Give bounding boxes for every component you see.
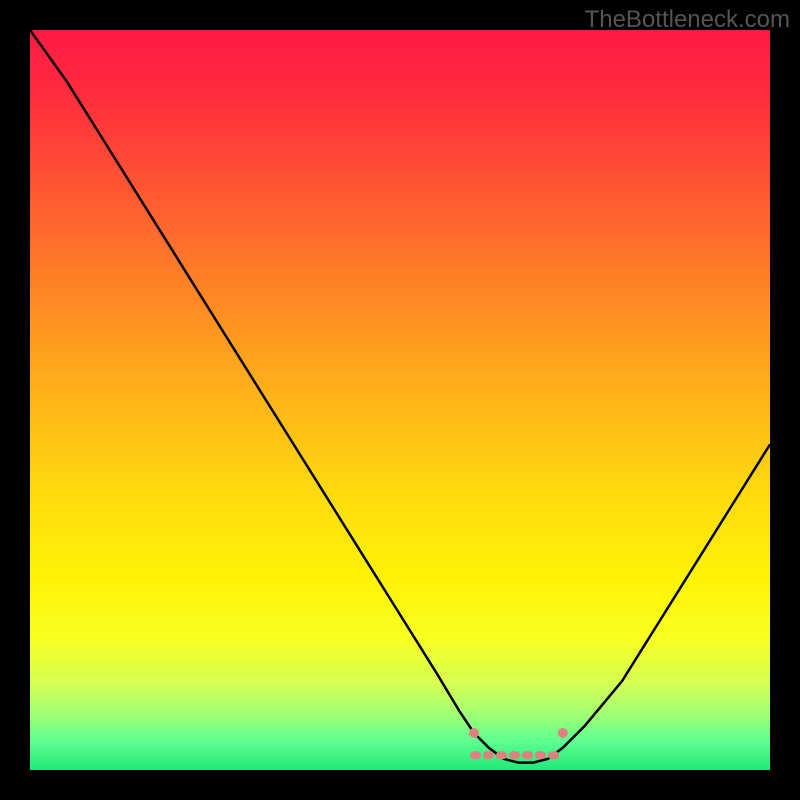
marker-dot bbox=[469, 728, 479, 738]
chart-plot-area bbox=[30, 30, 770, 770]
marker-dot bbox=[558, 728, 568, 738]
bottleneck-curve bbox=[30, 30, 770, 763]
watermark-label: TheBottleneck.com bbox=[585, 6, 790, 34]
chart-curve-layer bbox=[30, 30, 770, 770]
end-markers bbox=[469, 728, 568, 738]
